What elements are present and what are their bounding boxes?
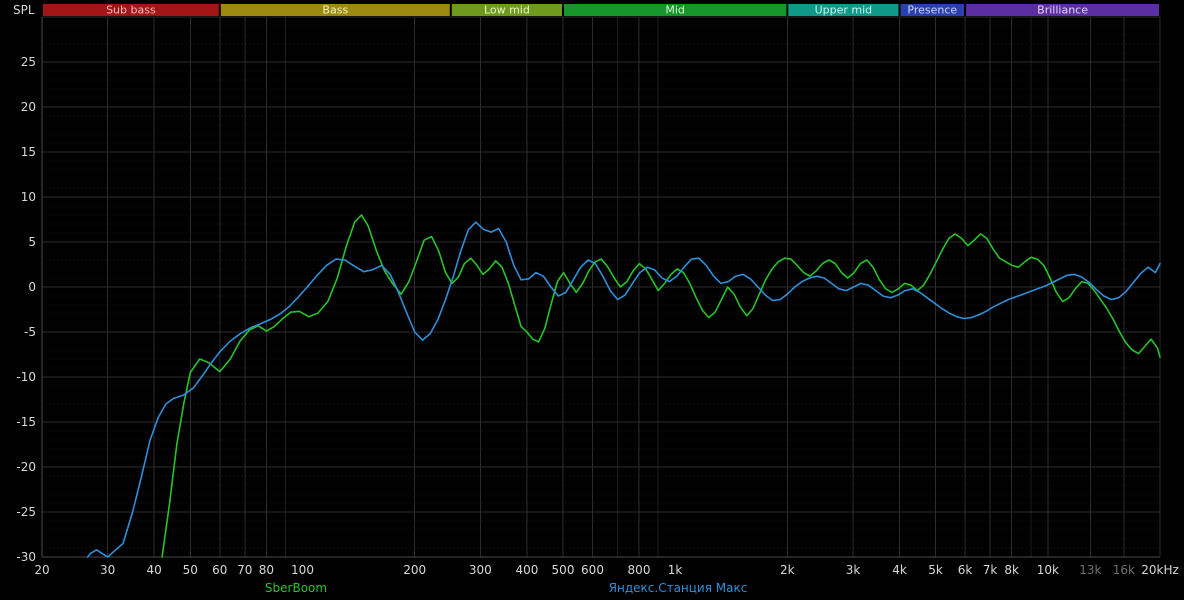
legend-sberboom: SberBoom (264, 581, 328, 595)
y-tick-label: -15 (16, 415, 36, 429)
y-tick-label: -20 (16, 460, 36, 474)
x-tick-label: 20 (34, 563, 49, 577)
band-label-brilliance: Brilliance (1037, 4, 1088, 17)
band-label-presence: Presence (907, 4, 957, 17)
x-tick-label: 50 (183, 563, 198, 577)
y-tick-label: 10 (21, 190, 36, 204)
x-tick-label: 30 (100, 563, 115, 577)
y-tick-label: -5 (24, 325, 36, 339)
x-tick-label: 70 (237, 563, 252, 577)
chart-container: Sub bass Bass Low mid Mid Upper mid Presence B… (0, 0, 1184, 600)
y-tick-label: 0 (28, 280, 36, 294)
x-tick-label: 10k (1037, 563, 1059, 577)
legend-yandex-station-max: Яндекс.Станция Макс (608, 581, 748, 595)
band-label-low-mid: Low mid (484, 4, 530, 17)
x-tick-label: 400 (515, 563, 538, 577)
x-tick-label: 100 (291, 563, 314, 577)
x-tick-label: 8k (1004, 563, 1019, 577)
band-label-mid: Mid (665, 4, 685, 17)
band-label-upper-mid: Upper mid (815, 4, 873, 17)
y-tick-label: 5 (28, 235, 36, 249)
x-tick-label: 6k (958, 563, 973, 577)
y-tick-label: -30 (16, 550, 36, 564)
y-tick-label: 25 (21, 55, 36, 69)
band-label-sub-bass: Sub bass (106, 4, 156, 17)
x-tick-label: 80 (259, 563, 274, 577)
spl-frequency-response-chart: Sub bass Bass Low mid Mid Upper mid Presence B… (0, 0, 1184, 600)
x-tick-label: 300 (469, 563, 492, 577)
x-tick-label: 200 (403, 563, 426, 577)
x-tick-label: 4k (892, 563, 907, 577)
x-tick-label: 13k (1079, 563, 1101, 577)
x-tick-label: 5k (928, 563, 943, 577)
x-tick-label: 600 (581, 563, 604, 577)
y-tick-label: -10 (16, 370, 36, 384)
y-tick-label: 15 (21, 145, 36, 159)
x-tick-label: 40 (147, 563, 162, 577)
y-axis-title: SPL (13, 3, 35, 17)
x-tick-label: 20kHz (1141, 563, 1179, 577)
y-tick-label: 20 (21, 100, 36, 114)
x-tick-label: 7k (983, 563, 998, 577)
x-tick-label: 800 (628, 563, 651, 577)
x-tick-label: 500 (552, 563, 575, 577)
x-tick-label: 1k (668, 563, 683, 577)
x-tick-label: 3k (846, 563, 861, 577)
x-tick-label: 16k (1113, 563, 1135, 577)
x-tick-label: 60 (212, 563, 227, 577)
y-tick-label: -25 (16, 505, 36, 519)
x-tick-label: 2k (780, 563, 795, 577)
band-label-bass: Bass (322, 4, 348, 17)
